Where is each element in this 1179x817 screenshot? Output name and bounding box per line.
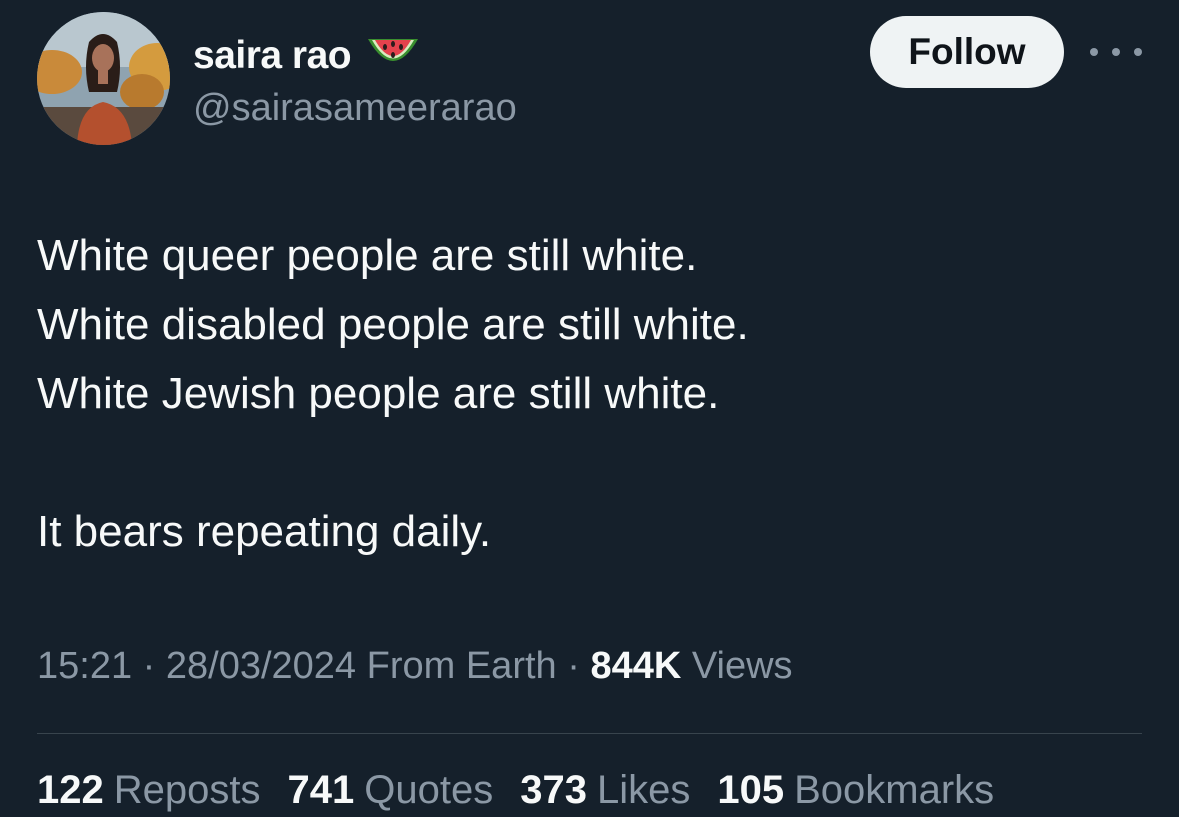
tweet-time[interactable]: 15:21 [37, 645, 132, 687]
tweet-line: White queer people are still white. [37, 231, 698, 280]
author-display-name[interactable]: saira rao [193, 34, 352, 78]
dot [1112, 48, 1120, 56]
avatar-image [37, 12, 170, 145]
tweet-line: White Jewish people are still white. [37, 369, 720, 418]
author-handle[interactable]: @sairasameerarao [193, 87, 517, 130]
tweet-line: It bears repeating daily. [37, 507, 492, 556]
meta-separator: · [142, 645, 156, 687]
dot [1134, 48, 1142, 56]
tweet-meta: 15:21 · 28/03/2024 From Earth · 844K Vie… [37, 645, 793, 688]
tweet-location: From Earth [366, 645, 557, 687]
avatar[interactable] [37, 12, 170, 145]
bookmarks-count: 105 [717, 768, 785, 812]
tweet-line: White disabled people are still white. [37, 300, 749, 349]
dot [1090, 48, 1098, 56]
author-name-row[interactable]: saira rao [193, 31, 421, 80]
reposts-count: 122 [37, 768, 104, 812]
tweet-date[interactable]: 28/03/2024 [166, 645, 356, 687]
reposts-label: Reposts [113, 768, 261, 812]
divider [37, 733, 1142, 734]
views-label: Views [691, 645, 793, 687]
follow-button[interactable]: Follow [870, 16, 1064, 88]
views-count: 844K [590, 645, 682, 687]
engagement-stats: 122 Reposts 741 Quotes 373 Likes 105 Bookmar… [37, 768, 994, 813]
likes-count: 373 [520, 768, 587, 812]
bookmarks-label: Bookmarks [794, 768, 995, 812]
quotes-stat[interactable]: 741 Quotes [288, 768, 494, 813]
meta-separator: · [567, 645, 580, 687]
quotes-label: Quotes [364, 768, 494, 812]
bookmarks-stat[interactable]: 105 Bookmarks [717, 768, 994, 813]
watermelon-icon [365, 31, 421, 80]
quotes-count: 741 [287, 768, 355, 812]
tweet-text: White queer people are still white. Whit… [37, 221, 1137, 566]
likes-stat[interactable]: 373 Likes [520, 768, 690, 813]
likes-label: Likes [596, 768, 691, 812]
reposts-stat[interactable]: 122 Reposts [37, 768, 261, 813]
more-options-icon[interactable] [1090, 38, 1142, 66]
